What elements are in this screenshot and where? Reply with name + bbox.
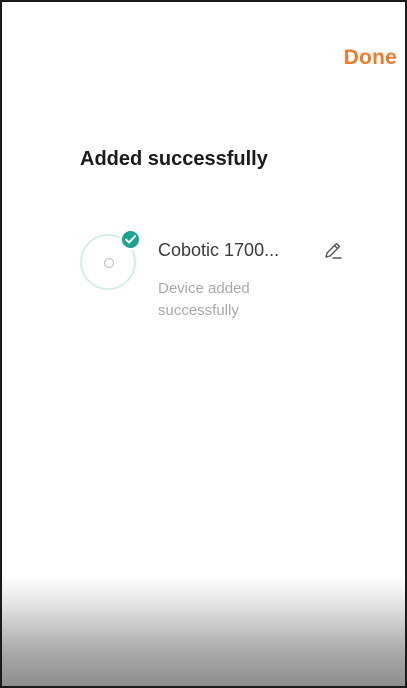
device-status: Device added successfully bbox=[158, 280, 250, 319]
check-icon bbox=[120, 229, 141, 250]
done-button[interactable]: Done bbox=[344, 46, 397, 70]
device-list-item: Cobotic 1700... Device added successfull… bbox=[78, 226, 378, 326]
page-title: Added successfully bbox=[80, 148, 268, 170]
vacuum-sensor-dot bbox=[104, 258, 114, 268]
app-screen: Done Added successfully Cobotic 1700... … bbox=[0, 0, 407, 688]
bottom-sheet-shade bbox=[2, 576, 405, 686]
device-name: Cobotic 1700... bbox=[158, 240, 280, 260]
pencil-icon[interactable] bbox=[322, 240, 344, 262]
